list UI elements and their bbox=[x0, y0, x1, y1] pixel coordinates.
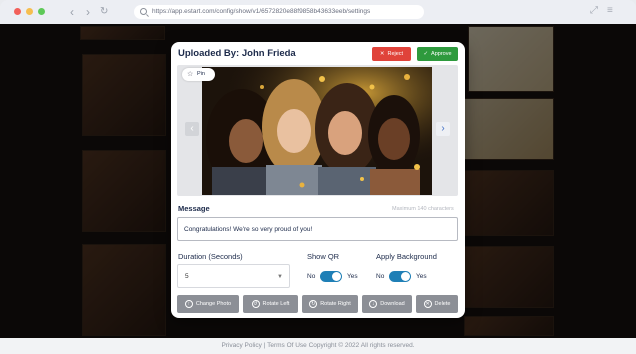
apply-background-on-label: Yes bbox=[416, 273, 427, 280]
download-button[interactable]: ↓ Download bbox=[362, 295, 412, 313]
show-qr-off-label: No bbox=[307, 273, 316, 280]
previous-photo-button[interactable]: ‹ bbox=[185, 122, 199, 136]
maximize-window-dot[interactable] bbox=[38, 8, 45, 15]
upload-icon: ↑ bbox=[184, 299, 193, 308]
expand-icon[interactable]: ⤢ bbox=[590, 5, 598, 16]
rotate-left-label: Rotate Left bbox=[262, 301, 290, 307]
apply-background-label: Apply Background bbox=[376, 252, 437, 261]
rotate-right-icon: ↻ bbox=[309, 299, 318, 308]
forward-arrow-icon[interactable]: › bbox=[86, 4, 90, 20]
minimize-window-dot[interactable] bbox=[26, 8, 33, 15]
star-icon: ☆ bbox=[187, 71, 194, 78]
download-icon: ↓ bbox=[369, 299, 378, 308]
show-qr-on-label: Yes bbox=[347, 273, 358, 280]
trash-icon: ✕ bbox=[423, 299, 432, 308]
apply-background-off-label: No bbox=[376, 273, 385, 280]
page-footer: Privacy Policy | Terms Of Use Copyright … bbox=[0, 338, 636, 354]
approve-label: Approve bbox=[431, 51, 452, 57]
photo-review-modal: Uploaded By: John Frieda ✕ Reject ✓ Approv… bbox=[171, 42, 465, 318]
menu-icon[interactable]: ≡ bbox=[607, 5, 613, 16]
next-photo-button[interactable]: › bbox=[436, 122, 450, 136]
search-icon bbox=[140, 8, 147, 15]
duration-value: 5 bbox=[185, 273, 189, 280]
change-photo-button[interactable]: ↑ Change Photo bbox=[177, 295, 239, 313]
footer-text: Privacy Policy | Terms Of Use Copyright … bbox=[221, 342, 415, 349]
approve-button[interactable]: ✓ Approve bbox=[417, 47, 458, 61]
duration-label: Duration (Seconds) bbox=[178, 252, 243, 261]
delete-label: Delete bbox=[434, 301, 451, 307]
delete-button[interactable]: ✕ Delete bbox=[416, 295, 458, 313]
chevron-left-icon: ‹ bbox=[190, 123, 194, 134]
reject-label: Reject bbox=[387, 51, 404, 57]
close-icon: ✕ bbox=[379, 51, 385, 57]
message-input[interactable]: Congratulations! We're so very proud of … bbox=[177, 217, 458, 241]
duration-select[interactable]: 5 ▼ bbox=[177, 264, 290, 288]
apply-background-toggle[interactable] bbox=[389, 271, 411, 282]
message-hint: Maximum 140 characters bbox=[392, 206, 454, 212]
rotate-right-label: Rotate Right bbox=[320, 301, 351, 307]
uploaded-photo bbox=[202, 67, 432, 195]
check-icon: ✓ bbox=[423, 51, 429, 57]
download-label: Download bbox=[380, 301, 405, 307]
pin-label: Pin bbox=[197, 71, 205, 77]
photo-viewer: ☆ Pin ‹ › bbox=[177, 65, 458, 196]
show-qr-toggle[interactable] bbox=[320, 271, 342, 282]
close-window-dot[interactable] bbox=[14, 8, 21, 15]
modal-title: Uploaded By: John Frieda bbox=[178, 48, 296, 59]
url-bar[interactable]: https://app.estart.com/config/show/v1/65… bbox=[134, 5, 424, 19]
reject-button[interactable]: ✕ Reject bbox=[372, 47, 411, 61]
rotate-left-icon: ↺ bbox=[251, 299, 260, 308]
chevron-right-icon: › bbox=[441, 123, 445, 134]
show-qr-label: Show QR bbox=[307, 252, 340, 261]
rotate-right-button[interactable]: ↻ Rotate Right bbox=[302, 295, 358, 313]
url-text: https://app.estart.com/config/show/v1/65… bbox=[152, 8, 371, 15]
photo-image bbox=[202, 67, 432, 195]
change-photo-label: Change Photo bbox=[195, 301, 232, 307]
reload-icon[interactable]: ↻ bbox=[100, 4, 108, 20]
pin-button[interactable]: ☆ Pin bbox=[182, 68, 215, 81]
message-label: Message bbox=[178, 204, 210, 213]
back-arrow-icon[interactable]: ‹ bbox=[70, 4, 74, 20]
chevron-down-icon: ▼ bbox=[277, 274, 283, 280]
rotate-left-button[interactable]: ↺ Rotate Left bbox=[243, 295, 298, 313]
browser-chrome: ‹ › ↻ https://app.estart.com/config/show… bbox=[0, 0, 636, 24]
